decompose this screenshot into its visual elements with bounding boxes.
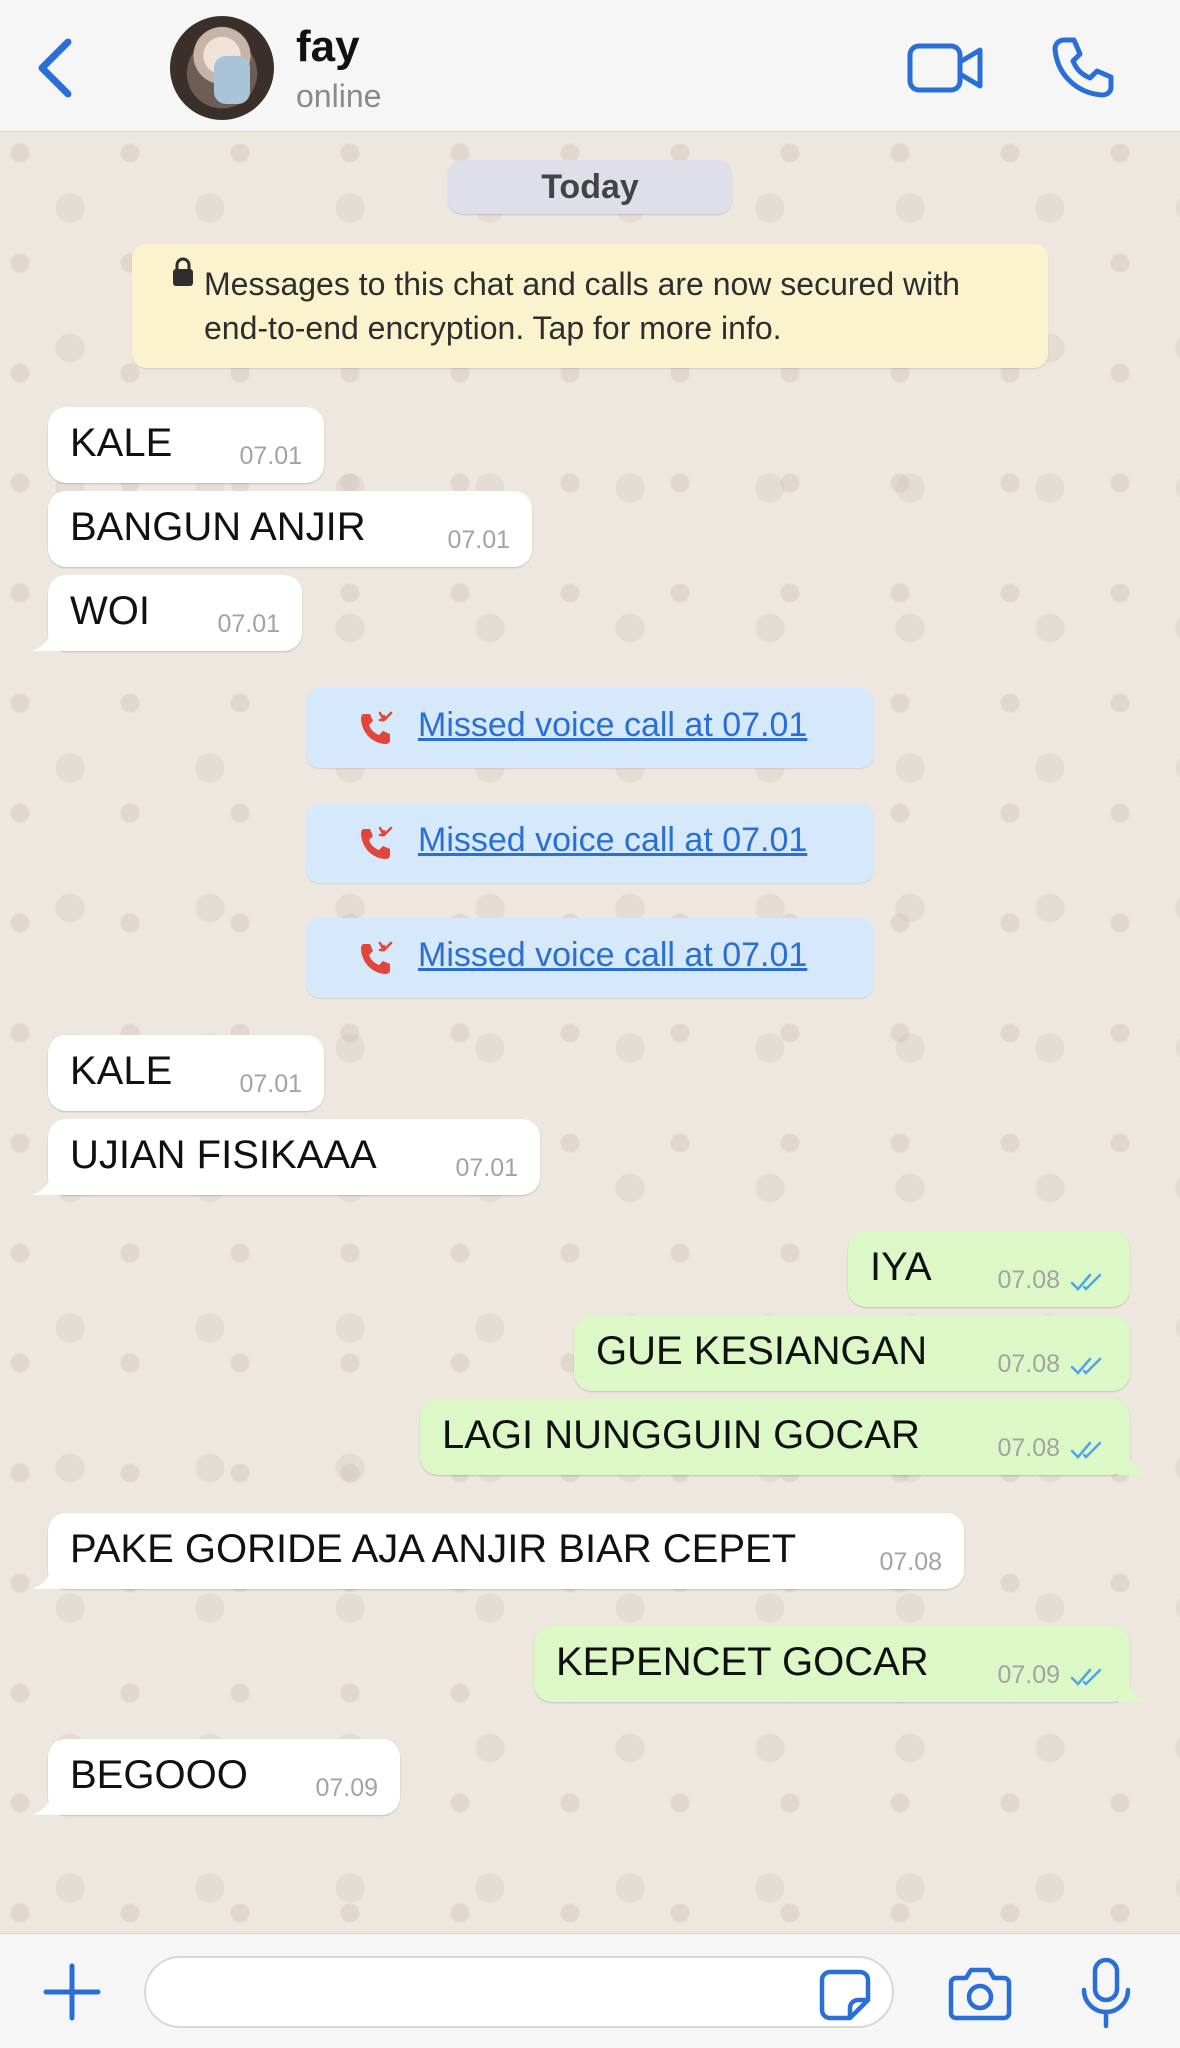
message-text: UJIAN FISIKAAA (70, 1133, 377, 1177)
message-time: 07.08 (997, 1350, 1060, 1378)
voice-call-button[interactable] (1050, 34, 1116, 100)
message-incoming[interactable]: UJIAN FISIKAAA 07.01 (32, 1119, 540, 1195)
message-time: 07.08 (997, 1266, 1060, 1294)
date-separator: Today (448, 160, 732, 214)
message-text: BANGUN ANJIR (70, 505, 366, 549)
bubble-tail (32, 1167, 62, 1195)
message-time: 07.01 (217, 610, 280, 638)
bubble-tail (32, 1561, 62, 1589)
message-text: PAKE GORIDE AJA ANJIR BIAR CEPET (70, 1527, 797, 1571)
message-incoming[interactable]: KALE 07.01 (48, 1035, 324, 1111)
chevron-left-icon (38, 38, 72, 98)
missed-call-icon (361, 826, 393, 859)
sticker-button[interactable] (818, 1968, 872, 2022)
phone-icon (1052, 37, 1114, 98)
message-text: KEPENCET GOCAR (556, 1640, 929, 1684)
bubble-tail (1118, 1447, 1148, 1475)
message-incoming[interactable]: BEGOOO 07.09 (32, 1739, 400, 1815)
missed-call-notice[interactable]: Missed voice call at 07.01 (306, 688, 874, 768)
sticker-icon (819, 1969, 871, 2021)
message-time: 07.01 (455, 1154, 518, 1182)
message-input[interactable] (144, 1956, 894, 2028)
camera-button[interactable] (948, 1964, 1012, 2022)
missed-call-label[interactable]: Missed voice call at 07.01 (418, 936, 807, 975)
double-check-icon (1070, 1668, 1102, 1686)
encryption-notice[interactable]: Messages to this chat and calls are now … (132, 244, 1048, 368)
message-text: LAGI NUNGGUIN GOCAR (442, 1413, 920, 1457)
message-outgoing[interactable]: KEPENCET GOCAR 07.09 (534, 1626, 1148, 1702)
double-check-icon (1070, 1357, 1102, 1375)
voice-message-button[interactable] (1078, 1956, 1134, 2030)
missed-call-icon (361, 711, 393, 744)
bubble-tail (32, 623, 62, 651)
message-time: 07.01 (447, 526, 510, 554)
missed-call-notice[interactable]: Missed voice call at 07.01 (306, 803, 874, 883)
missed-call-icon (361, 941, 393, 974)
camera-icon (948, 1967, 1012, 2021)
message-incoming[interactable]: PAKE GORIDE AJA ANJIR BIAR CEPET 07.08 (32, 1513, 964, 1589)
message-incoming[interactable]: BANGUN ANJIR 07.01 (48, 491, 532, 567)
bubble-tail (1118, 1674, 1148, 1702)
contact-name[interactable]: fay (296, 22, 360, 72)
bubble-tail (32, 1787, 62, 1815)
video-call-button[interactable] (906, 38, 986, 98)
message-time: 07.01 (239, 1070, 302, 1098)
attach-button[interactable] (40, 1960, 104, 2024)
double-check-icon (1070, 1273, 1102, 1291)
message-text: IYA (870, 1245, 932, 1289)
message-incoming[interactable]: KALE 07.01 (48, 407, 324, 483)
message-text: KALE (70, 421, 173, 465)
message-time: 07.08 (997, 1434, 1060, 1462)
message-text: WOI (70, 589, 150, 633)
message-time: 07.08 (879, 1548, 942, 1576)
message-text: KALE (70, 1049, 173, 1093)
lock-icon (173, 257, 193, 286)
message-text: BEGOOO (70, 1753, 248, 1797)
missed-call-label[interactable]: Missed voice call at 07.01 (418, 821, 807, 860)
message-outgoing[interactable]: LAGI NUNGGUIN GOCAR 07.08 (420, 1399, 1148, 1475)
message-time: 07.09 (315, 1774, 378, 1802)
missed-call-label[interactable]: Missed voice call at 07.01 (418, 706, 807, 745)
contact-status: online (296, 78, 382, 114)
encryption-text: Messages to this chat and calls are now … (204, 266, 960, 346)
message-time: 07.09 (997, 1661, 1060, 1689)
message-text: GUE KESIANGAN (596, 1329, 928, 1373)
chat-header: fay online (0, 0, 1180, 132)
back-button[interactable] (30, 36, 80, 100)
message-list[interactable]: Today Messages to this chat and calls ar… (0, 133, 1180, 1933)
video-camera-icon (907, 43, 983, 93)
message-outgoing[interactable]: GUE KESIANGAN 07.08 (574, 1315, 1130, 1391)
double-check-icon (1070, 1441, 1102, 1459)
message-outgoing[interactable]: IYA 07.08 (848, 1231, 1130, 1307)
contact-avatar[interactable] (170, 16, 274, 120)
composer-bar (0, 1933, 1180, 2048)
microphone-icon (1081, 1957, 1131, 2029)
missed-call-notice[interactable]: Missed voice call at 07.01 (306, 918, 874, 998)
message-incoming[interactable]: WOI 07.01 (32, 575, 302, 651)
message-time: 07.01 (239, 442, 302, 470)
plus-icon (43, 1963, 101, 2021)
